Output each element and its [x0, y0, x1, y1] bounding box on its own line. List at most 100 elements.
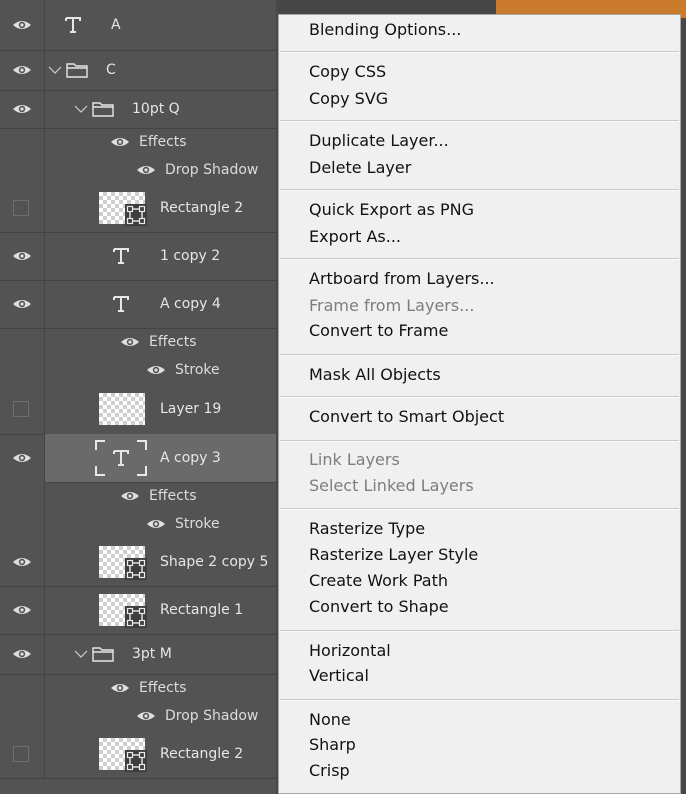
- layer-row-a-copy-3[interactable]: A copy 3: [44, 434, 276, 483]
- menu-item-copy-svg[interactable]: Copy SVG: [309, 89, 388, 109]
- layer-thumbnail: [99, 594, 147, 628]
- menu-item-horizontal[interactable]: Horizontal: [309, 641, 391, 661]
- menu-item-quick-export-as-png[interactable]: Quick Export as PNG: [309, 200, 474, 220]
- eye-icon[interactable]: [110, 136, 130, 148]
- menu-item-create-work-path[interactable]: Create Work Path: [309, 571, 448, 591]
- visibility-toggle[interactable]: [0, 586, 45, 634]
- layer-name: 1 copy 2: [160, 248, 221, 264]
- layer-row-a-copy-4[interactable]: A copy 4: [0, 280, 276, 329]
- visibility-toggle[interactable]: [0, 634, 45, 674]
- effects-label: Effects: [139, 134, 187, 150]
- visibility-toggle[interactable]: [0, 184, 45, 232]
- eye-icon[interactable]: [12, 19, 32, 31]
- effects-label: Effects: [149, 334, 197, 350]
- visibility-toggle: [0, 128, 45, 156]
- shape-layer-icon: [125, 558, 147, 580]
- menu-item-crisp[interactable]: Crisp: [309, 761, 350, 781]
- layer-row-rectangle-1[interactable]: Rectangle 1: [0, 586, 276, 635]
- menu-item-none[interactable]: None: [309, 710, 351, 730]
- layer-row-1-copy-2[interactable]: 1 copy 2: [0, 232, 276, 281]
- menu-item-convert-to-smart-object[interactable]: Convert to Smart Object: [309, 407, 504, 427]
- eye-icon[interactable]: [12, 556, 32, 568]
- layer-effect-row[interactable]: Drop Shadow: [0, 702, 276, 730]
- visibility-toggle[interactable]: [0, 280, 45, 328]
- chevron-down-icon[interactable]: [74, 104, 88, 114]
- eye-icon[interactable]: [12, 604, 32, 616]
- menu-item-convert-to-frame[interactable]: Convert to Frame: [309, 321, 448, 341]
- layer-row-a[interactable]: A: [0, 0, 276, 51]
- hidden-visibility-box[interactable]: [13, 200, 29, 216]
- eye-icon[interactable]: [146, 518, 166, 530]
- text-layer-icon: [112, 247, 130, 265]
- effect-name: Drop Shadow: [165, 708, 259, 724]
- visibility-toggle[interactable]: [0, 232, 45, 280]
- menu-item-duplicate-layer[interactable]: Duplicate Layer...: [309, 131, 449, 151]
- eye-icon[interactable]: [136, 164, 156, 176]
- layer-effects-row[interactable]: Effects: [0, 328, 276, 356]
- menu-item-rasterize-layer-style[interactable]: Rasterize Layer Style: [309, 545, 478, 565]
- menu-item-convert-to-shape[interactable]: Convert to Shape: [309, 597, 449, 617]
- layer-effects-row[interactable]: Effects: [0, 482, 276, 510]
- menu-item-delete-layer[interactable]: Delete Layer: [309, 158, 411, 178]
- menu-item-export-as[interactable]: Export As...: [309, 227, 401, 247]
- layer-row-10pt-q[interactable]: 10pt Q: [0, 90, 276, 129]
- eye-icon[interactable]: [12, 648, 32, 660]
- visibility-toggle[interactable]: [0, 434, 45, 482]
- eye-icon[interactable]: [12, 298, 32, 310]
- menu-separator: [280, 51, 679, 53]
- hidden-visibility-box[interactable]: [13, 746, 29, 762]
- eye-icon[interactable]: [12, 103, 32, 115]
- menu-separator: [280, 189, 679, 191]
- folder-icon: [92, 101, 114, 117]
- layer-effect-row[interactable]: Stroke: [0, 356, 276, 384]
- effects-label: Effects: [139, 680, 187, 696]
- visibility-toggle[interactable]: [0, 384, 45, 434]
- eye-icon[interactable]: [146, 364, 166, 376]
- folder-icon: [66, 62, 88, 78]
- eye-icon[interactable]: [136, 710, 156, 722]
- layer-row-shape-2-copy-5[interactable]: Shape 2 copy 5: [0, 538, 276, 587]
- effect-name: Stroke: [175, 516, 220, 532]
- menu-item-copy-css[interactable]: Copy CSS: [309, 62, 386, 82]
- layer-row-rectangle-2[interactable]: Rectangle 2: [0, 730, 276, 779]
- visibility-toggle[interactable]: [0, 0, 45, 50]
- menu-item-vertical[interactable]: Vertical: [309, 666, 369, 686]
- effect-name: Stroke: [175, 362, 220, 378]
- visibility-toggle: [0, 482, 45, 510]
- layer-name: Rectangle 2: [160, 200, 244, 216]
- eye-icon[interactable]: [12, 250, 32, 262]
- layer-name: A: [111, 17, 121, 33]
- menu-item-mask-all-objects[interactable]: Mask All Objects: [309, 365, 441, 385]
- layer-row-rectangle-2[interactable]: Rectangle 2: [0, 184, 276, 233]
- eye-icon[interactable]: [12, 452, 32, 464]
- layer-effect-row[interactable]: Drop Shadow: [0, 156, 276, 184]
- menu-item-artboard-from-layers[interactable]: Artboard from Layers...: [309, 269, 495, 289]
- layer-row-layer-19[interactable]: Layer 19: [0, 384, 276, 435]
- menu-item-blending-options[interactable]: Blending Options...: [309, 20, 461, 40]
- menu-separator: [280, 258, 679, 260]
- eye-icon[interactable]: [120, 490, 140, 502]
- visibility-toggle[interactable]: [0, 730, 45, 778]
- layer-effects-row[interactable]: Effects: [0, 128, 276, 156]
- layer-row-3pt-m[interactable]: 3pt M: [0, 634, 276, 675]
- chevron-down-icon[interactable]: [74, 649, 88, 659]
- visibility-toggle[interactable]: [0, 538, 45, 586]
- eye-icon[interactable]: [12, 64, 32, 76]
- menu-item-rasterize-type[interactable]: Rasterize Type: [309, 519, 425, 539]
- layer-context-menu: Blending Options... Copy CSS Copy SVG Dupli…: [278, 14, 681, 794]
- chevron-down-icon[interactable]: [48, 65, 62, 75]
- eye-icon[interactable]: [110, 682, 130, 694]
- layer-effects-row[interactable]: Effects: [0, 674, 276, 702]
- layer-thumbnail: [99, 546, 147, 580]
- layer-effect-row[interactable]: Stroke: [0, 510, 276, 538]
- shape-layer-icon: [125, 204, 147, 226]
- menu-separator: [280, 630, 679, 632]
- layer-row-c[interactable]: C: [0, 50, 276, 91]
- visibility-toggle[interactable]: [0, 90, 45, 128]
- hidden-visibility-box[interactable]: [13, 401, 29, 417]
- menu-item-sharp[interactable]: Sharp: [309, 735, 356, 755]
- eye-icon[interactable]: [120, 336, 140, 348]
- text-layer-thumbnail: [95, 440, 147, 476]
- menu-separator: [280, 120, 679, 122]
- visibility-toggle[interactable]: [0, 50, 45, 90]
